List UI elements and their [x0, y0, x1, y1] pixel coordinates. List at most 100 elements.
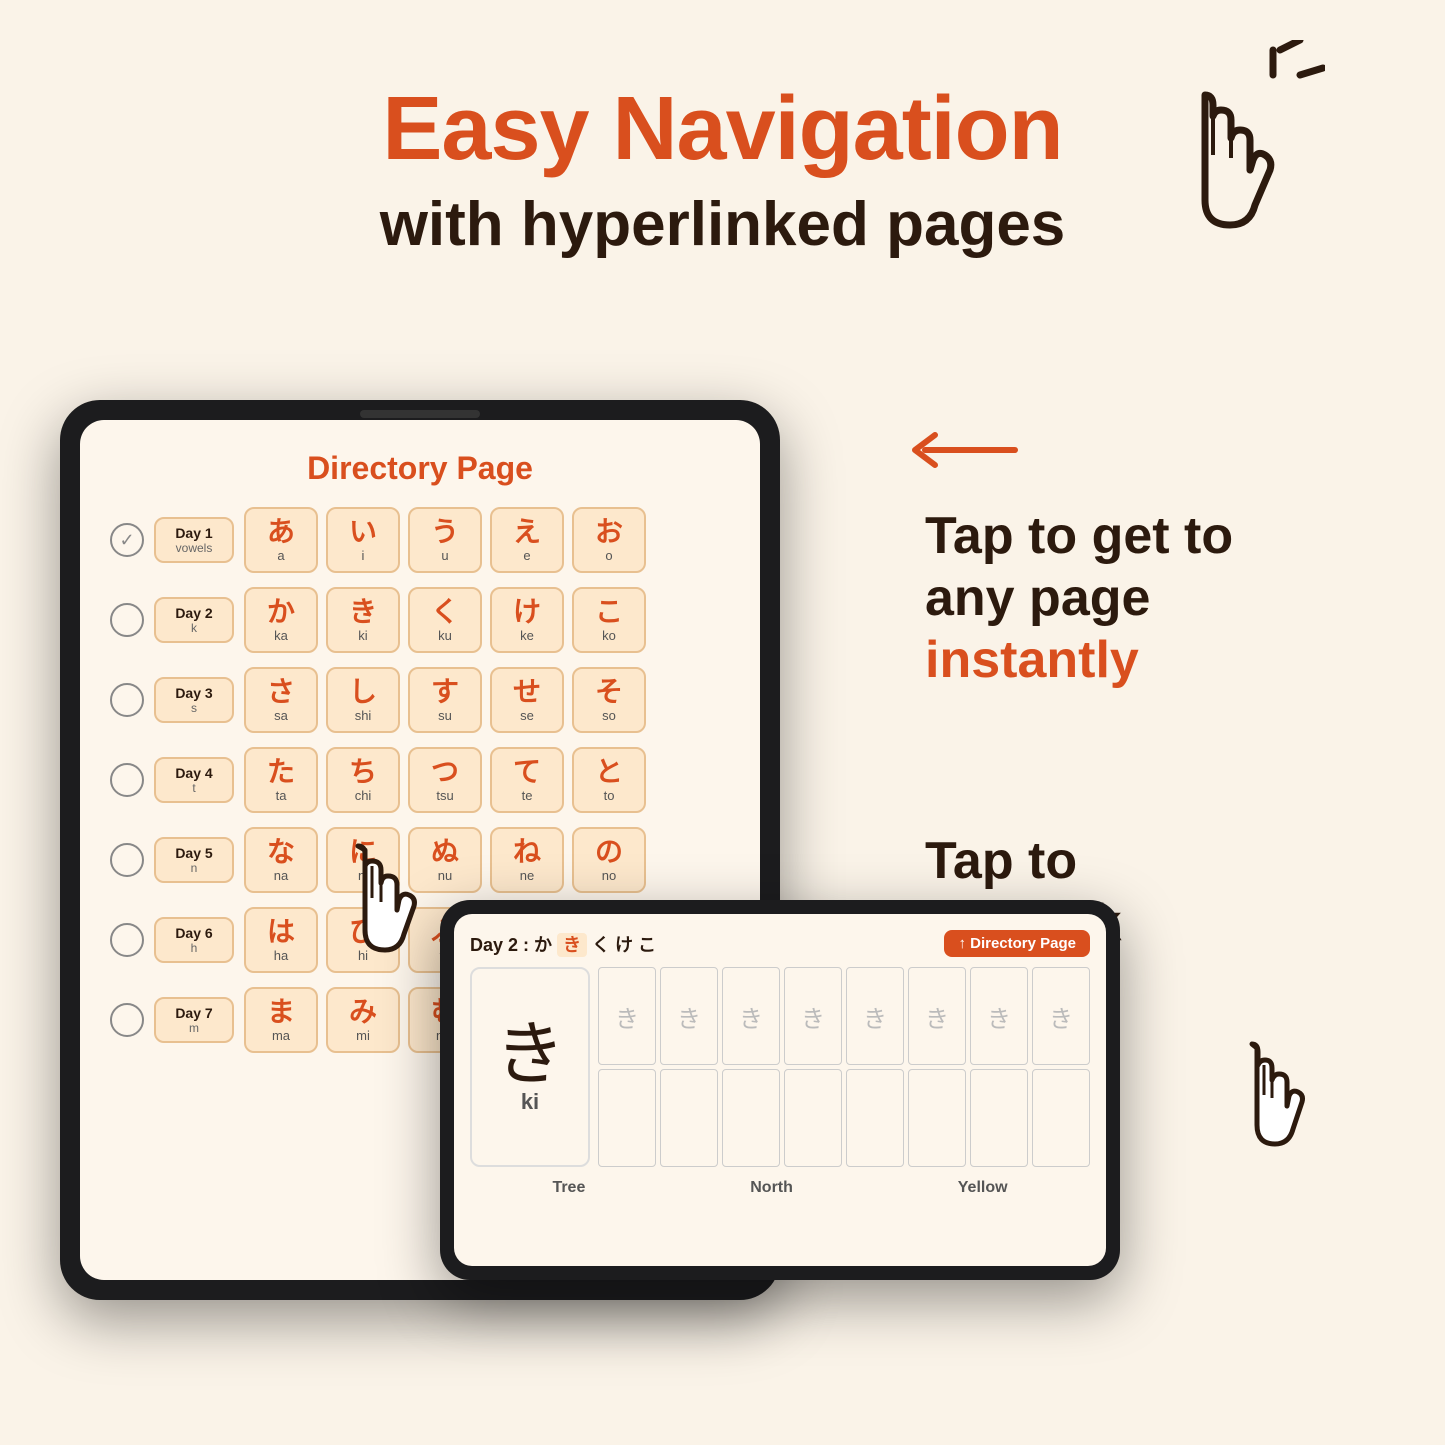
day-label-1: Day 1	[168, 525, 220, 541]
practice-cell[interactable]: き	[908, 967, 966, 1065]
kana-cell[interactable]: つtsu	[408, 747, 482, 813]
kana-cell[interactable]: かka	[244, 587, 318, 653]
day-sub-5: n	[168, 861, 220, 875]
practice-cell[interactable]: き	[846, 967, 904, 1065]
kana-cell[interactable]: なna	[244, 827, 318, 893]
kana-cell[interactable]: そso	[572, 667, 646, 733]
dir-row-4: Day 4 t たta ちchi つtsu てte とto	[110, 747, 730, 813]
day-box-7[interactable]: Day 7 m	[154, 997, 234, 1043]
day-box-6[interactable]: Day 6 h	[154, 917, 234, 963]
secondary-tablet-screen: Day 2 : か き く け こ ↑ Directory Page き ki …	[454, 914, 1106, 1266]
go-back-line1: Tap to	[925, 830, 1365, 892]
dir-row-3: Day 3 s さsa しshi すsu せse そso	[110, 667, 730, 733]
header: Easy Navigation with hyperlinked pages	[0, 0, 1445, 260]
secondary-day-label: Day 2 : か き く け こ	[470, 931, 656, 957]
vocab-footer: Tree North Yellow	[470, 1179, 1090, 1197]
vocab-tree: Tree	[552, 1179, 585, 1197]
tap-instantly: instantly	[925, 630, 1365, 690]
checkbox-2[interactable]	[110, 603, 144, 637]
practice-cell[interactable]	[908, 1069, 966, 1167]
day-sub-6: h	[168, 941, 220, 955]
practice-cell[interactable]: き	[598, 967, 656, 1065]
kana-cell[interactable]: こko	[572, 587, 646, 653]
directory-btn-label: ↑ Directory Page	[958, 935, 1076, 952]
day-box-4[interactable]: Day 4 t	[154, 757, 234, 803]
kana-cell[interactable]: ねne	[490, 827, 564, 893]
tap-line2: any page	[925, 567, 1365, 629]
practice-cell[interactable]	[1032, 1069, 1090, 1167]
checkbox-4[interactable]	[110, 763, 144, 797]
practice-cell[interactable]	[660, 1069, 718, 1167]
tablet-camera	[360, 410, 480, 418]
vocab-north: North	[750, 1179, 793, 1197]
kana-cell[interactable]: せse	[490, 667, 564, 733]
tablets-area: Directory Page ✓ Day 1 vowels あa いi うu え…	[0, 360, 1445, 1360]
kana-cell[interactable]: とto	[572, 747, 646, 813]
kana-cell[interactable]: すsu	[408, 667, 482, 733]
kana-cell[interactable]: みmi	[326, 987, 400, 1053]
kana-cells-4: たta ちchi つtsu てte とto	[244, 747, 646, 813]
practice-cell[interactable]: き	[660, 967, 718, 1065]
kana-cell[interactable]: はha	[244, 907, 318, 973]
practice-cell[interactable]: き	[722, 967, 780, 1065]
practice-cells: き き き き き き き き	[598, 967, 1090, 1167]
checkmark-1: ✓	[119, 530, 134, 551]
tap-to-get-text: Tap to get to any page instantly	[925, 505, 1365, 690]
kana-cell[interactable]: のno	[572, 827, 646, 893]
practice-cell[interactable]	[598, 1069, 656, 1167]
secondary-tablet: Day 2 : か き く け こ ↑ Directory Page き ki …	[440, 900, 1120, 1280]
day-box-1[interactable]: Day 1 vowels	[154, 517, 234, 563]
kana-cell[interactable]: くku	[408, 587, 482, 653]
day-label-7: Day 7	[168, 1005, 220, 1021]
kana-cell[interactable]: えe	[490, 507, 564, 573]
kana-cell[interactable]: けke	[490, 587, 564, 653]
day-label-3: Day 3	[168, 685, 220, 701]
practice-cell[interactable]: き	[970, 967, 1028, 1065]
day-sub-3: s	[168, 701, 220, 715]
kana-cell[interactable]: しshi	[326, 667, 400, 733]
checkbox-5[interactable]	[110, 843, 144, 877]
practice-cell[interactable]: き	[1032, 967, 1090, 1065]
day-label-4: Day 4	[168, 765, 220, 781]
day-label-2: Day 2	[168, 605, 220, 621]
day-box-3[interactable]: Day 3 s	[154, 677, 234, 723]
kana-cell[interactable]: おo	[572, 507, 646, 573]
kana-cell[interactable]: まma	[244, 987, 318, 1053]
practice-cell[interactable]	[784, 1069, 842, 1167]
checkbox-6[interactable]	[110, 923, 144, 957]
kana-cell[interactable]: いi	[326, 507, 400, 573]
hand-cursor-secondary	[1215, 1030, 1335, 1170]
day-label-6: Day 6	[168, 925, 220, 941]
day-sub-7: m	[168, 1021, 220, 1035]
arrow-to-tablet	[905, 420, 1025, 480]
kana-cell[interactable]: あa	[244, 507, 318, 573]
big-kana-display: き ki	[470, 967, 590, 1167]
kana-cell[interactable]: さsa	[244, 667, 318, 733]
kana-cell[interactable]: ちchi	[326, 747, 400, 813]
practice-cell[interactable]	[846, 1069, 904, 1167]
kana-cell[interactable]: うu	[408, 507, 482, 573]
big-kana-roman: ki	[521, 1089, 539, 1115]
practice-cell[interactable]: き	[784, 967, 842, 1065]
checkbox-3[interactable]	[110, 683, 144, 717]
day-sub-1: vowels	[168, 541, 220, 555]
kana-cell[interactable]: たta	[244, 747, 318, 813]
kana-cell[interactable]: てte	[490, 747, 564, 813]
checkbox-1[interactable]: ✓	[110, 523, 144, 557]
tap-line1: Tap to get to	[925, 505, 1365, 567]
dir-row-1: ✓ Day 1 vowels あa いi うu えe おo	[110, 507, 730, 573]
practice-cell[interactable]	[970, 1069, 1028, 1167]
practice-cell[interactable]	[722, 1069, 780, 1167]
kana-cell[interactable]: きki	[326, 587, 400, 653]
secondary-header: Day 2 : か き く け こ ↑ Directory Page	[470, 930, 1090, 957]
directory-button[interactable]: ↑ Directory Page	[944, 930, 1090, 957]
day-box-5[interactable]: Day 5 n	[154, 837, 234, 883]
day-box-2[interactable]: Day 2 k	[154, 597, 234, 643]
sub-title: with hyperlinked pages	[0, 189, 1445, 260]
day-sub-4: t	[168, 781, 220, 795]
hand-cursor-main	[320, 830, 450, 980]
checkbox-7[interactable]	[110, 1003, 144, 1037]
day-label-5: Day 5	[168, 845, 220, 861]
kana-cells-1: あa いi うu えe おo	[244, 507, 646, 573]
day-sub-2: k	[168, 621, 220, 635]
